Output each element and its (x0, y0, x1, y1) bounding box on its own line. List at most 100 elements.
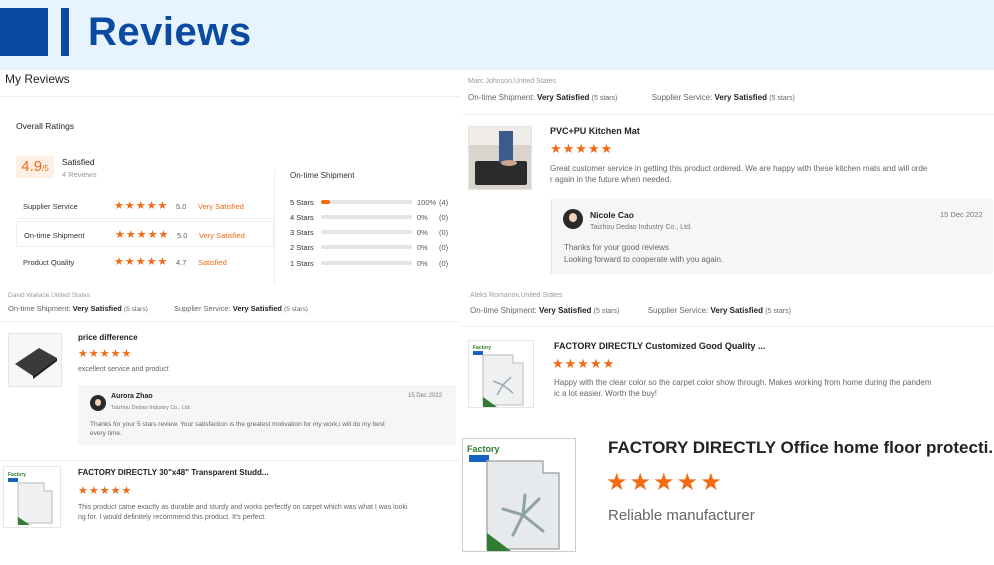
rating-label: On-time Shipment (24, 231, 85, 240)
shipment-value: Very Satisfied (536, 93, 590, 102)
overall-score-suffix: /5 (42, 164, 49, 173)
review-text-line: This product came exactly as durable and… (78, 504, 408, 511)
distribution-bar-fill (321, 200, 331, 204)
distribution-percent: 0% (417, 259, 428, 268)
rating-row-product-quality: Product Quality ★★★★★ 4.7 Satisfied (16, 249, 274, 275)
star-rating: ★★★★★ (552, 356, 616, 371)
product-thumbnail[interactable]: Factory (3, 466, 61, 528)
review-text-line: ng for. I would definitely recommend thi… (78, 513, 267, 521)
shipment-label: On-time Shipment: (468, 93, 535, 102)
star-rating: ★★★★★ (114, 200, 169, 212)
review-ratings-line: On-time Shipment: Very Satisfied (5 star… (468, 93, 795, 102)
distribution-bar-track (321, 230, 412, 234)
service-value: Very Satisfied (710, 306, 763, 315)
shipment-distribution-title: On-time Shipment (290, 171, 355, 180)
review-card-david: David Wallace,United States On-time Ship… (0, 288, 460, 565)
service-label: Supplier Service: (647, 306, 709, 315)
shipment-stars: (5 stars) (593, 308, 620, 315)
distribution-count: (4) (439, 198, 449, 207)
reviewer-name: Aleks Romanov,United States (470, 292, 563, 299)
reply-author: Nicole Cao (590, 210, 634, 220)
shipment-label: On-time Shipment: (470, 306, 537, 315)
product-title[interactable]: FACTORY DIRECTLY Customized Good Quality… (554, 341, 765, 351)
distribution-bar-track (321, 215, 412, 219)
reviews-banner: Reviews (0, 0, 994, 70)
review-text: Happy with the clear color so the carpet… (554, 377, 990, 399)
divider (0, 460, 460, 461)
reviewer-name: David Wallace,United States (8, 292, 91, 299)
distribution-bar-track (321, 245, 412, 249)
distribution-count: (0) (439, 213, 449, 222)
service-label: Supplier Service: (173, 304, 231, 313)
review-text-line: Great customer service in getting this p… (550, 164, 928, 173)
rating-verdict: Very Satisfied (198, 202, 244, 211)
product-title[interactable]: price difference (78, 333, 138, 342)
floor-mat-image (9, 334, 61, 386)
rating-row-supplier-service: Supplier Service ★★★★★ 5.0 Very Satisfie… (16, 193, 274, 219)
kitchen-mat-image (469, 127, 531, 189)
distribution-bar-track (321, 261, 412, 265)
reply-text-line: every time. (90, 430, 122, 438)
product-thumbnail[interactable]: Factory (468, 340, 534, 408)
reply-date: 15 Dec 2022 (408, 393, 443, 399)
product-title[interactable]: FACTORY DIRECTLY Office home floor prote… (608, 438, 994, 458)
product-title[interactable]: FACTORY DIRECTLY 30"x48" Transparent Stu… (78, 468, 269, 477)
shipment-stars: (5 stars) (123, 306, 148, 313)
product-thumbnail[interactable] (468, 126, 532, 190)
shipment-value: Very Satisfied (72, 304, 122, 313)
review-card-zoomed: Factory FACTORY DIRECTLY Office home flo… (460, 432, 994, 565)
service-value: Very Satisfied (232, 304, 282, 313)
overall-ratings-label: Overall Ratings (16, 121, 75, 131)
reviewer-name: Marc Johnson,United States (468, 78, 556, 85)
service-stars: (5 stars) (284, 306, 308, 313)
product-title[interactable]: PVC+PU Kitchen Mat (550, 126, 640, 136)
star-rating: ★★★★★ (550, 141, 614, 156)
rating-value: 5.0 (176, 202, 187, 211)
reply-text: Thanks for your good reviews Looking for… (564, 242, 723, 265)
divider (0, 96, 460, 97)
distribution-label: 4 Stars (290, 213, 314, 222)
review-text-line: Happy with the clear color so the carpet… (554, 378, 932, 387)
review-card-aleks: Aleks Romanov,United States On-time Ship… (462, 288, 994, 430)
reply-text-line: Thanks for your good reviews (564, 243, 669, 252)
review-text: excellent service and product (78, 366, 169, 373)
distribution-percent: 100% (417, 198, 437, 207)
chair-mat-image: Factory (4, 467, 60, 527)
distribution-percent: 0% (417, 228, 428, 237)
reply-text: Thanks for your 5 stars review. Your sat… (90, 420, 450, 439)
rating-row-on-time-shipment[interactable]: On-time Shipment ★★★★★ 5.0 Very Satisfie… (16, 221, 274, 247)
supplier-reply: Aurora Zhao Taizhou Dedao Industry Co., … (78, 385, 456, 445)
overall-score-text: Satisfied (62, 157, 95, 167)
review-text-line: r again in the future when needed. (550, 175, 672, 185)
distribution-label: 3 Stars (290, 228, 314, 237)
banner-title: Reviews (88, 10, 252, 54)
reply-company: Taizhou Dedao Industry Co., Ltd. (111, 405, 192, 411)
product-thumbnail[interactable]: Factory (462, 438, 576, 552)
star-rating: ★★★★★ (606, 469, 724, 496)
distribution-label: 5 Stars (290, 198, 314, 207)
brand-logo-text: Factory (8, 472, 26, 478)
my-reviews-title: My Reviews (5, 72, 70, 86)
distribution-label: 1 Stars (290, 259, 314, 268)
avatar (90, 395, 106, 411)
distribution-bar-track (321, 200, 412, 204)
divider (462, 114, 994, 115)
distribution-label: 2 Stars (290, 243, 314, 252)
product-thumbnail[interactable] (8, 333, 62, 387)
rating-verdict: Satisfied (198, 258, 227, 267)
distribution-percent: 0% (417, 213, 428, 222)
brand-logo-text: Factory (473, 345, 491, 351)
overall-score-badge: 4.9/5 (16, 156, 54, 178)
service-stars: (5 stars) (769, 95, 795, 102)
shipment-value: Very Satisfied (538, 306, 592, 315)
rating-verdict: Very Satisfied (199, 231, 245, 240)
banner-logo-block (0, 8, 48, 56)
rating-value: 4.7 (176, 258, 187, 267)
star-rating: ★★★★★ (78, 348, 133, 360)
reply-date: 15 Dec 2022 (940, 210, 983, 219)
distribution-row-5: 5 Stars 100% (4) (290, 196, 460, 208)
service-value: Very Satisfied (714, 93, 767, 102)
distribution-row-1: 1 Stars 0% (0) (290, 257, 460, 269)
reviews-count: 4 Reviews (62, 170, 97, 179)
distribution-row-2: 2 Stars 0% (0) (290, 241, 460, 253)
